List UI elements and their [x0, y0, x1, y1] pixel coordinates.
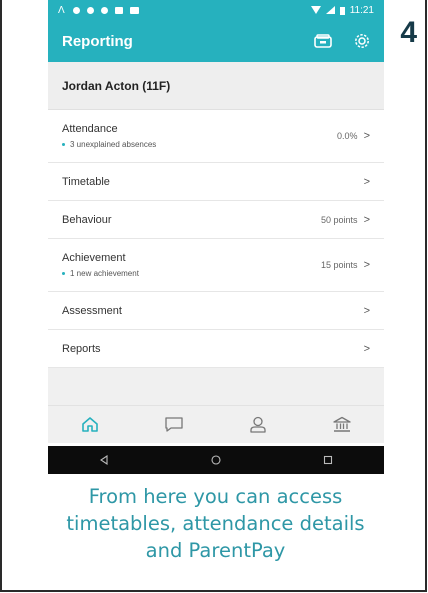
menu-item-text: Attendance 3 unexplained absences	[62, 123, 156, 149]
bullet-icon	[62, 143, 65, 146]
status-icons-left: Λ	[58, 5, 139, 16]
menu-item-subtitle-text: 3 unexplained absences	[70, 140, 157, 149]
empty-area	[48, 368, 384, 405]
recents-icon[interactable]	[323, 455, 333, 465]
page-title: Reporting	[62, 32, 133, 50]
menu-item-subtitle: 3 unexplained absences	[62, 140, 156, 149]
bullet-icon	[62, 272, 65, 275]
chat-icon[interactable]	[164, 416, 184, 433]
caption-line: timetables, attendance details	[66, 512, 365, 535]
slide-frame: 4 Λ 11:21 Reporting Jordan Acton (11F) A…	[0, 0, 427, 592]
menu-item-label: Behaviour	[62, 213, 112, 226]
step-number: 4	[400, 16, 417, 49]
menu-item-label: Timetable	[62, 175, 110, 188]
menu-item-achievement[interactable]: Achievement 1 new achievement 15 points …	[48, 239, 384, 292]
notification-icon	[86, 6, 94, 14]
menu-item-subtitle: 1 new achievement	[62, 269, 139, 278]
status-time: 11:21	[349, 4, 374, 16]
status-icons-right: 11:21	[310, 4, 374, 16]
back-icon[interactable]	[99, 455, 109, 465]
status-bar: Λ 11:21	[48, 0, 384, 20]
chevron-right-icon: >	[363, 342, 370, 355]
caption-text: From here you can access timetables, att…	[4, 483, 427, 564]
menu-item-right: 50 points >	[321, 214, 370, 226]
home-icon[interactable]	[81, 416, 99, 433]
menu-item-label: Attendance	[62, 123, 118, 135]
menu-item-text: Achievement 1 new achievement	[62, 252, 139, 278]
menu-item-label: Achievement	[62, 252, 126, 264]
bank-icon[interactable]	[332, 416, 352, 433]
menu-item-value: 15 points	[321, 260, 358, 270]
chevron-right-icon: >	[363, 130, 370, 142]
signal-icon	[325, 6, 335, 14]
menu-item-value: 0.0%	[337, 131, 358, 141]
chevron-right-icon: >	[363, 213, 370, 226]
message-icon	[129, 6, 139, 14]
image-icon	[114, 6, 123, 14]
notification-icon	[100, 6, 108, 14]
wifi-icon	[310, 6, 321, 14]
app-bar: Reporting	[48, 20, 384, 62]
phone-screen: Λ 11:21 Reporting Jordan Acton (11F) Att…	[48, 0, 384, 474]
student-name-header: Jordan Acton (11F)	[48, 62, 384, 110]
profile-icon[interactable]	[249, 416, 267, 433]
menu-item-right: >	[364, 343, 370, 355]
menu-item-value: 50 points	[321, 214, 358, 225]
menu-item-right: 0.0% >	[337, 130, 370, 142]
menu-item-right: 15 points >	[321, 259, 370, 271]
status-app-glyph: Λ	[58, 4, 66, 16]
android-nav-bar	[48, 446, 384, 474]
chevron-right-icon: >	[363, 304, 370, 317]
menu-item-label: Reports	[62, 342, 101, 355]
caption-line: and ParentPay	[145, 539, 286, 562]
menu-item-label: Assessment	[62, 304, 122, 317]
student-name: Jordan Acton (11F)	[62, 78, 171, 93]
battery-icon	[339, 6, 345, 15]
menu-item-timetable[interactable]: Timetable >	[48, 163, 384, 201]
menu-item-reports[interactable]: Reports >	[48, 330, 384, 368]
gear-icon[interactable]	[354, 33, 370, 49]
payment-icon[interactable]	[314, 34, 332, 48]
home-circle-icon[interactable]	[211, 455, 221, 465]
chevron-right-icon: >	[363, 259, 370, 271]
app-bar-actions	[314, 33, 370, 49]
menu-item-subtitle-text: 1 new achievement	[70, 269, 139, 278]
menu-item-right: >	[364, 305, 370, 317]
menu-item-behaviour[interactable]: Behaviour 50 points >	[48, 201, 384, 239]
menu-item-assessment[interactable]: Assessment >	[48, 292, 384, 330]
menu-item-right: >	[364, 176, 370, 188]
caption-line: From here you can access	[88, 485, 343, 508]
notification-icon	[72, 6, 80, 14]
bottom-nav	[48, 405, 384, 443]
chevron-right-icon: >	[363, 175, 370, 188]
menu-item-attendance[interactable]: Attendance 3 unexplained absences 0.0% >	[48, 110, 384, 163]
